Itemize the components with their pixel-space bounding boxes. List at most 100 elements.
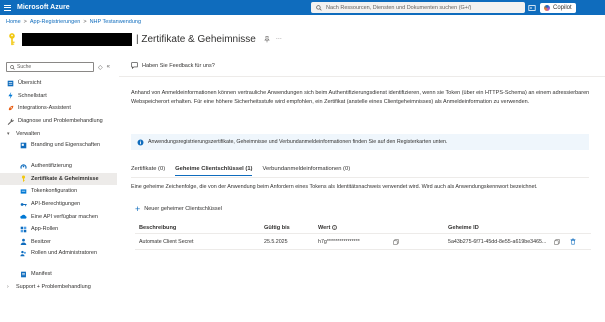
sidebar-group-support[interactable]: › Support + Problembehandlung	[0, 281, 117, 294]
sidebar-item-label: Tokenkonfiguration	[31, 188, 78, 195]
key-icon	[9, 33, 15, 46]
sidebar-item-label: Integrations-Assistent	[18, 105, 71, 112]
column-secret-id: Geheime ID	[448, 224, 479, 231]
sidebar-search-input[interactable]: Suche	[6, 62, 94, 72]
sidebar-item-label: Diagnose und Problembehandlung	[18, 118, 103, 125]
token-icon	[20, 188, 27, 195]
pin-icon[interactable]	[264, 35, 270, 43]
secret-expires-cell: 25.5.2025	[264, 238, 288, 245]
chevron-right-icon: ›	[7, 284, 9, 291]
rocket-icon	[7, 105, 14, 112]
tab-certificates[interactable]: Zertifikate (0)	[131, 166, 165, 176]
sidebar-group-manage[interactable]: ▾ Verwalten	[0, 127, 117, 140]
sidebar-item-label: Manifest	[31, 271, 52, 278]
delete-icon[interactable]	[570, 234, 576, 249]
search-icon	[316, 4, 322, 11]
copilot-icon	[544, 4, 550, 11]
global-search-input[interactable]: Nach Ressourcen, Diensten und Dokumenten…	[311, 2, 525, 13]
sidebar-item-manifest[interactable]: Manifest	[0, 268, 117, 281]
breadcrumb-app[interactable]: NHP Testanwendung	[90, 19, 141, 25]
key-icon	[20, 175, 27, 183]
app-roles-icon	[20, 226, 27, 233]
sidebar-item-owners[interactable]: Besitzer	[0, 236, 117, 249]
feedback-label: Haben Sie Feedback für uns?	[142, 62, 215, 69]
new-client-secret-label: Neuer geheimer Clientschlüssel	[144, 206, 222, 212]
cloud-shell-icon[interactable]	[528, 4, 536, 12]
page-title: | Zertifikate & Geheimnisse	[136, 33, 256, 45]
table-header: Beschreibung Gültig bis Wert i Geheime I…	[135, 222, 591, 234]
feedback-icon	[131, 62, 138, 69]
page-header: | Zertifikate & Geheimnisse ···	[5, 30, 282, 48]
sidebar-item-token-config[interactable]: Tokenkonfiguration	[0, 185, 117, 198]
sidebar-item-label: Support + Problembehandlung	[16, 284, 91, 291]
sidebar-item-certificates-secrets[interactable]: Zertifikate & Geheimnisse	[0, 172, 117, 186]
sidebar-item-label: Verwalten	[16, 130, 41, 137]
copy-icon[interactable]	[554, 234, 560, 249]
sidebar-item-quickstart[interactable]: Schnellstart	[0, 90, 117, 103]
copilot-label: Copilot	[553, 4, 572, 11]
description-text: Anhand von Anmeldeinformationen können v…	[131, 90, 590, 105]
column-description: Beschreibung	[139, 224, 177, 231]
copy-icon[interactable]	[393, 234, 399, 249]
sidebar-item-label: Authentifizierung	[31, 163, 72, 170]
info-banner-text: Anwendungsregistrierungszertifikate, Geh…	[148, 139, 448, 145]
sidebar-item-label: Branding und Eigenschaften	[31, 141, 101, 148]
column-value: Wert i	[318, 222, 338, 233]
sidebar-item-expose-api[interactable]: Eine API verfügbar machen	[0, 210, 117, 223]
info-icon[interactable]: i	[332, 225, 338, 230]
manifest-icon	[20, 271, 27, 278]
sidebar-item-label: Rollen und Administratoren	[31, 250, 98, 257]
secret-description-cell: Automate Client Secret	[139, 238, 194, 245]
sidebar-search-placeholder: Suche	[17, 64, 32, 70]
chevron-down-icon: ▾	[7, 130, 10, 137]
new-client-secret-button[interactable]: + Neuer geheimer Clientschlüssel	[135, 205, 222, 214]
sidebar-item-label: Besitzer	[31, 238, 51, 245]
collapse-icon[interactable]: «	[107, 64, 110, 71]
breadcrumb-separator: >	[83, 19, 87, 25]
sidebar-item-api-permissions[interactable]: API-Berechtigungen	[0, 198, 117, 211]
quickstart-icon	[7, 92, 14, 100]
info-banner: Anwendungsregistrierungszertifikate, Geh…	[131, 134, 589, 150]
overview-icon	[7, 80, 14, 87]
breadcrumb-home[interactable]: Home	[6, 19, 21, 25]
breadcrumb-separator: >	[23, 19, 27, 25]
column-expires: Gültig bis	[264, 224, 290, 231]
wrench-icon	[7, 118, 14, 125]
sidebar-item-label: API-Berechtigungen	[31, 201, 81, 208]
column-value-label: Wert	[318, 224, 331, 231]
more-icon[interactable]: ···	[276, 36, 282, 42]
roles-admin-icon	[20, 250, 27, 257]
sidebar-item-label: Eine API verfügbar machen	[31, 213, 98, 220]
sidebar-item-authentication[interactable]: Authentifizierung	[0, 160, 117, 173]
expand-icon[interactable]: ◇	[98, 64, 103, 71]
menu-icon[interactable]	[0, 0, 14, 15]
top-bar: Microsoft Azure Nach Ressourcen, Dienste…	[0, 0, 605, 15]
api-permissions-icon	[20, 201, 27, 208]
sidebar-item-label: Schnellstart	[18, 92, 47, 99]
sidebar-item-label: App-Rollen	[31, 226, 59, 233]
cloud-icon	[20, 213, 27, 220]
branding-icon	[20, 142, 27, 149]
table-row: Automate Client Secret 25.5.2025 h7g****…	[135, 234, 591, 250]
divider	[119, 76, 605, 77]
tab-federated-credentials[interactable]: Verbundanmeldeinformationen (0)	[262, 166, 350, 176]
tab-bar: Zertifikate (0) Geheime Clientschlüssel …	[131, 166, 350, 176]
top-actions: Copilot	[528, 2, 576, 13]
sidebar-item-diagnose[interactable]: Diagnose und Problembehandlung	[0, 115, 117, 128]
sidebar-item-branding[interactable]: Branding und Eigenschaften	[0, 140, 117, 160]
tab-divider	[131, 177, 589, 178]
feedback-link[interactable]: Haben Sie Feedback für uns?	[131, 62, 215, 69]
tab-client-secrets[interactable]: Geheime Clientschlüssel (1)	[175, 166, 253, 176]
sidebar-item-roles-admins[interactable]: Rollen und Administratoren	[0, 248, 117, 268]
sidebar-item-integration-assistant[interactable]: Integrations-Assistent	[0, 102, 117, 115]
sidebar-item-overview[interactable]: Übersicht	[0, 77, 117, 90]
secret-description: Eine geheime Zeichenfolge, die von der A…	[131, 184, 538, 190]
copilot-button[interactable]: Copilot	[540, 2, 576, 13]
breadcrumb-app-registrations[interactable]: App-Registrierungen	[30, 19, 80, 25]
search-icon	[10, 64, 15, 70]
brand-name[interactable]: Microsoft Azure	[17, 4, 70, 11]
info-icon	[137, 138, 144, 146]
auth-icon	[20, 163, 27, 170]
breadcrumb: Home > App-Registrierungen > NHP Testanw…	[6, 19, 141, 25]
sidebar-item-app-roles[interactable]: App-Rollen	[0, 223, 117, 236]
